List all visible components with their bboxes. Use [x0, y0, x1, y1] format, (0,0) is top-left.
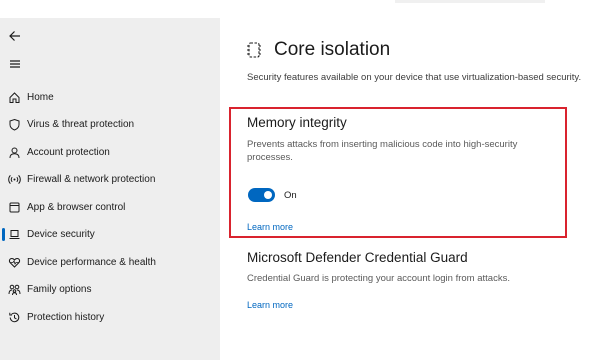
memory-integrity-description: Prevents attacks from inserting maliciou…	[247, 139, 518, 163]
sidebar-item-family-options[interactable]: Family options	[0, 276, 220, 302]
toggle-knob	[264, 191, 272, 199]
heart-icon	[6, 254, 22, 270]
history-icon	[6, 309, 22, 325]
sidebar-item-device-security[interactable]: Device security	[0, 221, 220, 247]
back-arrow-icon	[9, 31, 20, 41]
page-description: Security features available on your devi…	[247, 72, 582, 83]
sidebar-item-home[interactable]: Home	[0, 84, 220, 110]
memory-integrity-title: Memory integrity	[247, 115, 347, 130]
chip-icon	[247, 42, 261, 58]
sidebar-item-label: Device performance & health	[27, 256, 156, 268]
family-icon	[6, 281, 22, 297]
sidebar-item-device-performance[interactable]: Device performance & health	[0, 249, 220, 275]
memory-integrity-toggle[interactable]	[248, 188, 275, 202]
hamburger-menu-icon	[10, 60, 20, 68]
main-content: Core isolation Security features availab…	[220, 18, 600, 360]
app-window-icon	[6, 199, 22, 215]
sidebar-item-label: Protection history	[27, 311, 105, 323]
sidebar-item-label: App & browser control	[27, 201, 126, 213]
menu-button[interactable]	[6, 55, 24, 73]
shield-icon	[6, 116, 22, 132]
sidebar-item-label: Virus & threat protection	[27, 118, 135, 130]
toggle-state-label: On	[284, 190, 297, 201]
sidebar-item-virus-threat[interactable]: Virus & threat protection	[0, 111, 220, 137]
credential-guard-learn-more-link[interactable]: Learn more	[247, 300, 293, 310]
sidebar-item-label: Firewall & network protection	[27, 173, 156, 185]
sidebar-item-protection-history[interactable]: Protection history	[0, 304, 220, 330]
search-box-fragment	[395, 0, 545, 3]
laptop-icon	[6, 226, 22, 242]
credential-guard-title: Microsoft Defender Credential Guard	[247, 250, 468, 265]
home-icon	[6, 89, 22, 105]
sidebar-item-label: Home	[27, 91, 54, 103]
sidebar-item-label: Device security	[27, 228, 95, 240]
memory-integrity-learn-more-link[interactable]: Learn more	[247, 222, 293, 232]
sidebar-item-label: Family options	[27, 283, 92, 295]
person-icon	[6, 144, 22, 160]
window-top-strip	[0, 0, 600, 18]
sidebar-item-account-protection[interactable]: Account protection	[0, 139, 220, 165]
sidebar-item-label: Account protection	[27, 146, 110, 158]
selected-indicator	[2, 228, 5, 241]
sidebar: Home Virus & threat protection Account p…	[0, 18, 220, 360]
credential-guard-description: Credential Guard is protecting your acco…	[247, 273, 510, 284]
back-button[interactable]	[6, 27, 24, 45]
page-title: Core isolation	[274, 39, 391, 60]
sidebar-item-app-browser[interactable]: App & browser control	[0, 194, 220, 220]
wifi-signal-icon	[6, 171, 22, 187]
sidebar-item-firewall[interactable]: Firewall & network protection	[0, 166, 220, 192]
